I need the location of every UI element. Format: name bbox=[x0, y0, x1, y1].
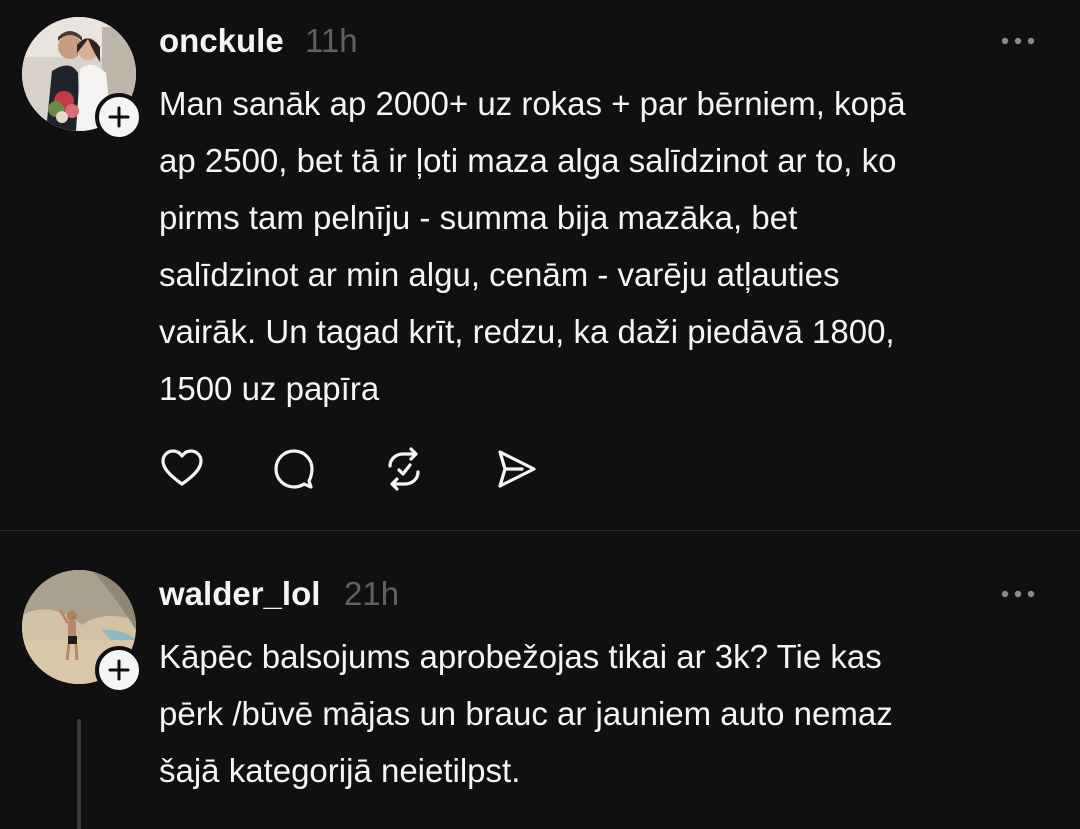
repost-icon[interactable] bbox=[381, 446, 427, 492]
more-options-icon[interactable] bbox=[1000, 588, 1036, 600]
post-timestamp: 11h bbox=[305, 22, 358, 59]
plus-icon bbox=[108, 659, 130, 681]
follow-button[interactable] bbox=[95, 646, 143, 694]
heart-icon[interactable] bbox=[159, 446, 205, 492]
follow-button[interactable] bbox=[95, 93, 143, 141]
comment-icon[interactable] bbox=[271, 446, 317, 492]
post-onckule[interactable]: onckule 11h Man sanāk ap 2000+ uz rokas … bbox=[0, 0, 1080, 530]
post-timestamp: 21h bbox=[344, 575, 400, 612]
username[interactable]: onckule bbox=[159, 22, 284, 60]
username[interactable]: walder_lol bbox=[159, 575, 320, 613]
post-text: Man sanāk ap 2000+ uz rokas + par bērnie… bbox=[159, 85, 906, 407]
more-options-icon[interactable] bbox=[1000, 35, 1036, 47]
share-icon[interactable] bbox=[492, 446, 538, 492]
thread-feed: onckule 11h Man sanāk ap 2000+ uz rokas … bbox=[0, 0, 1080, 829]
thread-line bbox=[77, 719, 81, 829]
post-actions bbox=[159, 446, 559, 492]
plus-icon bbox=[108, 106, 130, 128]
post-walder-lol[interactable]: walder_lol 21h Kāpēc balsojums aprobežoj… bbox=[0, 531, 1080, 829]
post-text: Kāpēc balsojums aprobežojas tikai ar 3k?… bbox=[159, 638, 893, 789]
